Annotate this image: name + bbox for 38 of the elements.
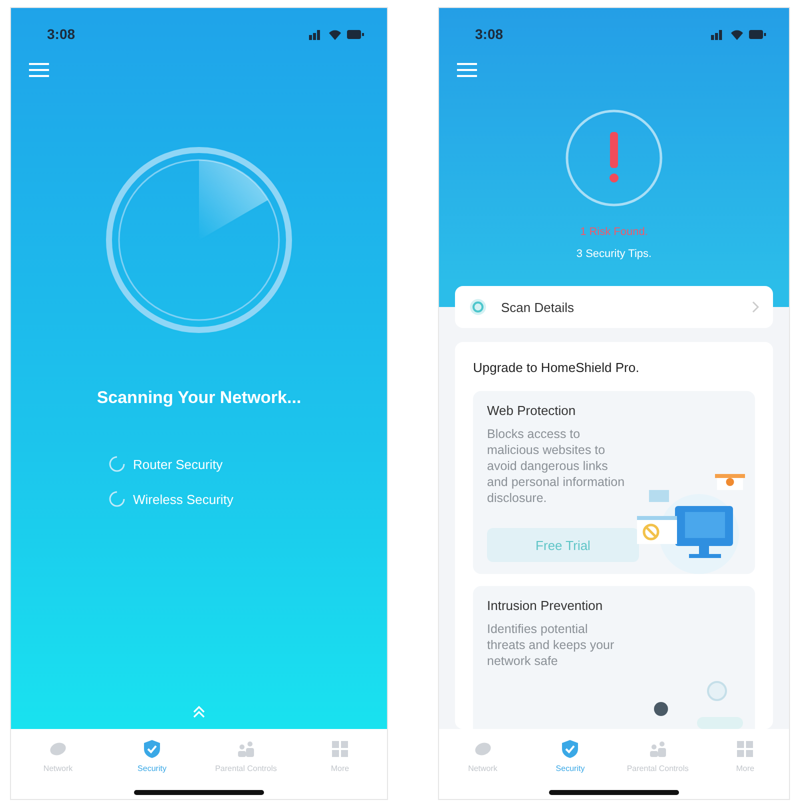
nav-tab[interactable]: More: [293, 739, 387, 799]
free-trial-button[interactable]: Free Trial: [487, 528, 639, 562]
risk-text: 1 Risk Found.: [580, 226, 648, 238]
menu-button[interactable]: [29, 62, 49, 78]
nav-tab[interactable]: Network: [439, 739, 526, 799]
alert-icon: [564, 108, 664, 208]
nav-tab[interactable]: Security: [105, 739, 199, 799]
double-chevron-up-icon[interactable]: [192, 705, 206, 719]
spinner-icon: [109, 456, 125, 472]
family-icon: [236, 739, 256, 759]
grid-icon: [330, 739, 350, 759]
nav-tab[interactable]: More: [702, 739, 789, 799]
status-time: 3:08: [47, 26, 76, 42]
spinner-icon: [109, 491, 125, 507]
chevron-right-icon: [751, 301, 759, 313]
feature-title: Web Protection: [487, 403, 576, 418]
status-icons: [307, 27, 367, 41]
status-time: 3:08: [475, 26, 504, 42]
shield-icon: [560, 739, 580, 759]
feature-title: Intrusion Prevention: [487, 598, 603, 613]
check-label: Wireless Security: [133, 492, 234, 506]
upgrade-title: Upgrade to HomeShield Pro.: [473, 360, 640, 375]
status-icons: [709, 27, 769, 41]
feature-description: Identifies potential threats and keeps your network safe: [487, 621, 616, 669]
check-label: Router Security: [133, 456, 223, 472]
scan-icon: [469, 298, 487, 316]
feature-description: Blocks access to malicious websites to avoid dangerous links and personal information disclosure.: [487, 426, 626, 506]
menu-button[interactable]: [457, 62, 477, 78]
nav-tab[interactable]: Network: [11, 739, 105, 799]
scan-title: Scanning Your Network...: [96, 388, 302, 408]
tips-text: 3 Security Tips.: [576, 248, 652, 260]
grid-icon: [735, 739, 756, 759]
nav-tab[interactable]: Parental Controls: [199, 739, 293, 799]
nav-tab[interactable]: Parental Controls: [614, 739, 702, 799]
nav-tab[interactable]: Security: [526, 739, 614, 799]
scan-details-row[interactable]: Scan Details: [455, 286, 773, 328]
family-icon: [648, 739, 668, 759]
shield-icon: [142, 739, 162, 759]
